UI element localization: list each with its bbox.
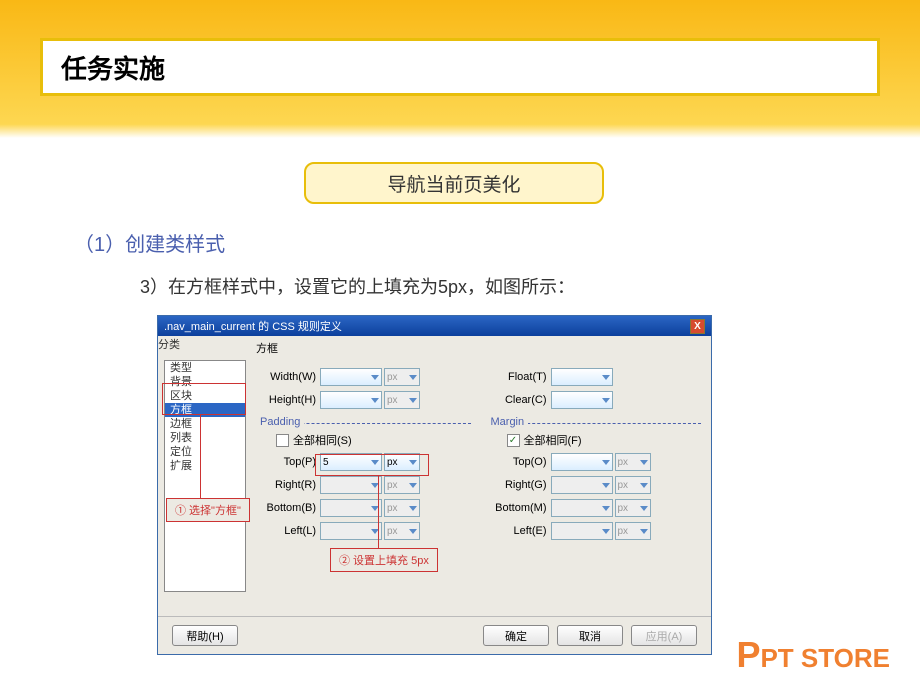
clear-input[interactable] [551, 391, 613, 409]
margin-left-label: Left(E) [487, 525, 549, 537]
title-box: 任务实施 [40, 38, 880, 96]
chevron-down-icon [602, 483, 610, 488]
margin-right-unit[interactable]: px [615, 476, 651, 494]
callout-2: ② 设置上填充 5px [330, 548, 438, 572]
callout-2-line [378, 475, 379, 548]
margin-bottom-label: Bottom(M) [487, 502, 549, 514]
width-input[interactable] [320, 368, 382, 386]
dialog-titlebar: .nav_main_current 的 CSS 规则定义 X [158, 316, 711, 336]
padding-right-label: Right(R) [256, 479, 318, 491]
callout-1: ① 选择"方框" [166, 498, 250, 522]
padding-bottom-input[interactable] [320, 499, 382, 517]
margin-top-unit[interactable]: px [615, 453, 651, 471]
slide-title: 任务实施 [61, 49, 165, 86]
annotation-box-sidebar [162, 383, 246, 415]
ppt-store-logo: PPT STORE [736, 634, 890, 676]
height-unit[interactable]: px [384, 391, 420, 409]
sidebar-item-position[interactable]: 定位 [165, 445, 245, 459]
chevron-down-icon [371, 375, 379, 380]
close-icon[interactable]: X [690, 319, 705, 334]
chevron-down-icon [602, 398, 610, 403]
heading-1: （1）创建类样式 [74, 228, 225, 257]
height-label: Height(H) [256, 394, 318, 406]
padding-label: Padding [256, 416, 304, 428]
margin-right-label: Right(G) [487, 479, 549, 491]
chevron-down-icon [640, 460, 648, 465]
dialog-title-text: .nav_main_current 的 CSS 规则定义 [164, 318, 342, 334]
sidebar-label: 分类 [158, 336, 180, 352]
annotation-box-top-value [315, 454, 429, 476]
chevron-down-icon [409, 506, 417, 511]
subtitle-tag: 导航当前页美化 [304, 162, 604, 204]
chevron-down-icon [409, 529, 417, 534]
float-input[interactable] [551, 368, 613, 386]
box-panel: 方框 Width(W) px Height(H) px [246, 336, 711, 616]
padding-bottom-label: Bottom(B) [256, 502, 318, 514]
margin-left-input[interactable] [551, 522, 613, 540]
margin-label: Margin [487, 416, 529, 428]
sidebar-item-extend[interactable]: 扩展 [165, 459, 245, 473]
margin-right-input[interactable] [551, 476, 613, 494]
float-label: Float(T) [487, 371, 549, 383]
chevron-down-icon [640, 506, 648, 511]
height-input[interactable] [320, 391, 382, 409]
margin-same-label: 全部相同(F) [524, 432, 582, 448]
padding-left-label: Left(L) [256, 525, 318, 537]
apply-button[interactable]: 应用(A) [631, 625, 697, 646]
logo-rest: PT STORE [760, 643, 890, 673]
ok-button[interactable]: 确定 [483, 625, 549, 646]
chevron-down-icon [409, 398, 417, 403]
margin-top-label: Top(O) [487, 456, 549, 468]
help-button[interactable]: 帮助(H) [172, 625, 238, 646]
chevron-down-icon [602, 375, 610, 380]
panel-title: 方框 [256, 340, 701, 356]
chevron-down-icon [602, 460, 610, 465]
padding-bottom-unit[interactable]: px [384, 499, 420, 517]
padding-top-label: Top(P) [256, 456, 318, 468]
chevron-down-icon [640, 483, 648, 488]
chevron-down-icon [602, 506, 610, 511]
dialog-button-bar: 帮助(H) 确定 取消 应用(A) [158, 616, 711, 654]
width-label: Width(W) [256, 371, 318, 383]
cancel-button[interactable]: 取消 [557, 625, 623, 646]
chevron-down-icon [371, 398, 379, 403]
padding-left-input[interactable] [320, 522, 382, 540]
callout-1-line [200, 414, 201, 498]
padding-right-input[interactable] [320, 476, 382, 494]
margin-same-checkbox[interactable]: ✓ [507, 434, 520, 447]
chevron-down-icon [409, 375, 417, 380]
logo-p: P [736, 634, 760, 675]
margin-bottom-input[interactable] [551, 499, 613, 517]
sidebar-item-list[interactable]: 列表 [165, 431, 245, 445]
chevron-down-icon [640, 529, 648, 534]
sidebar-item-type[interactable]: 类型 [165, 361, 245, 375]
css-rule-dialog: .nav_main_current 的 CSS 规则定义 X 分类 类型 背景 … [157, 315, 712, 655]
padding-same-checkbox[interactable] [276, 434, 289, 447]
clear-label: Clear(C) [487, 394, 549, 406]
margin-bottom-unit[interactable]: px [615, 499, 651, 517]
padding-left-unit[interactable]: px [384, 522, 420, 540]
margin-top-input[interactable] [551, 453, 613, 471]
chevron-down-icon [602, 529, 610, 534]
margin-left-unit[interactable]: px [615, 522, 651, 540]
heading-2: 3）在方框样式中，设置它的上填充为5px，如图所示： [140, 273, 575, 299]
sidebar-item-border[interactable]: 边框 [165, 417, 245, 431]
padding-same-label: 全部相同(S) [293, 432, 352, 448]
chevron-down-icon [409, 483, 417, 488]
padding-right-unit[interactable]: px [384, 476, 420, 494]
width-unit[interactable]: px [384, 368, 420, 386]
